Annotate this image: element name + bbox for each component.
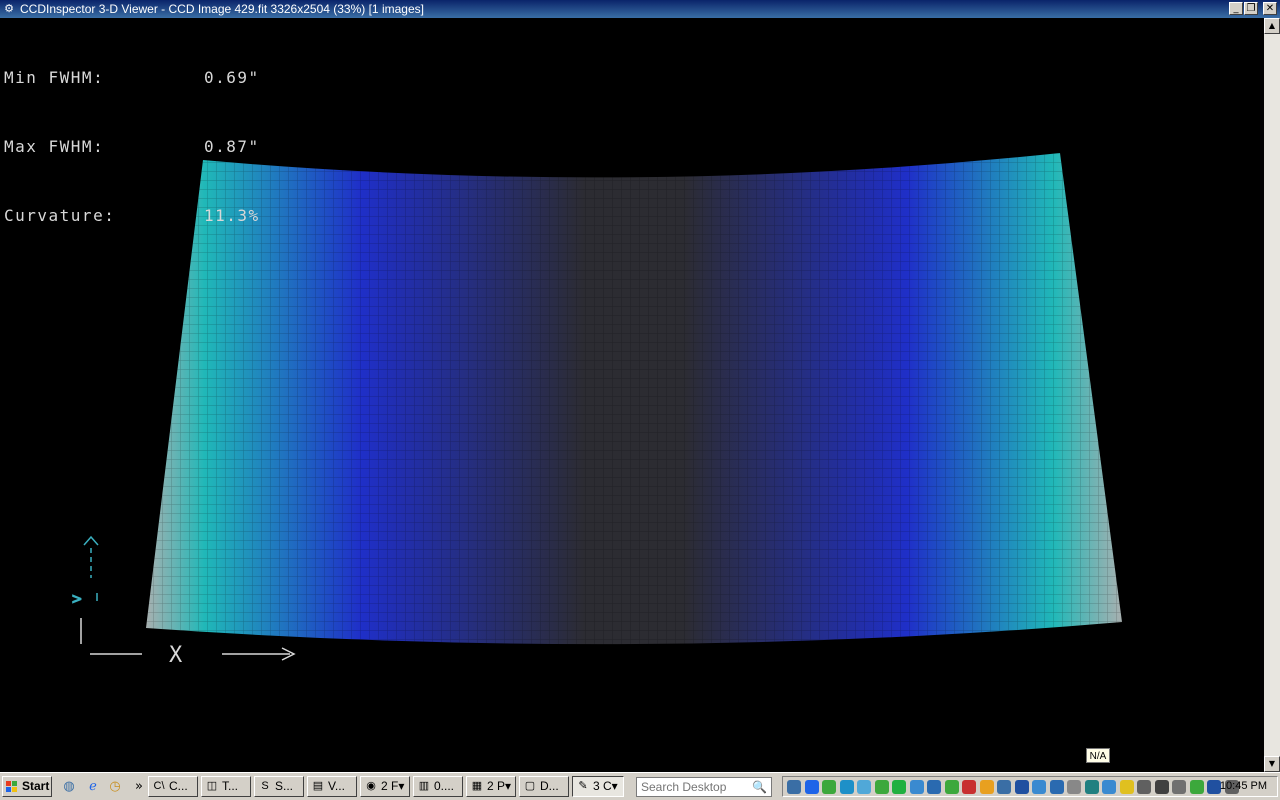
taskbar-button[interactable]: ◉ 2 F▾ bbox=[360, 776, 410, 797]
tray-icon[interactable] bbox=[1049, 780, 1064, 794]
scroll-up-button[interactable]: ▲ bbox=[1264, 18, 1280, 34]
close-button[interactable]: ✕ bbox=[1263, 2, 1277, 15]
task-label: 0.... bbox=[434, 779, 455, 793]
task-label: 2 P▾ bbox=[487, 779, 512, 793]
title-bar[interactable]: ⚙ CCDInspector 3-D Viewer - CCD Image 42… bbox=[0, 0, 1280, 18]
taskbar-button[interactable]: ▦ 2 P▾ bbox=[466, 776, 516, 797]
task-icon: ▤ bbox=[312, 780, 324, 792]
stat-label: Min FWHM: bbox=[4, 68, 105, 87]
system-tray: 10:45 PM bbox=[782, 776, 1278, 797]
stat-value: 11.3% bbox=[204, 206, 260, 225]
search-desktop-box[interactable]: 🔍 bbox=[636, 777, 772, 797]
stat-label: Curvature: bbox=[4, 206, 116, 225]
task-icon: ✎ bbox=[578, 780, 588, 792]
taskbar-button[interactable]: ▤ V... bbox=[307, 776, 357, 797]
tray-icon[interactable] bbox=[787, 780, 801, 794]
stat-min-fwhm: Min FWHM: 0.69" bbox=[4, 66, 260, 89]
tray-icon[interactable] bbox=[804, 780, 819, 794]
task-label: S... bbox=[275, 779, 294, 793]
task-icon: S bbox=[261, 780, 269, 792]
tray-icon[interactable] bbox=[1014, 780, 1029, 794]
task-icon: ▦ bbox=[471, 780, 483, 792]
restore-button[interactable]: ❐ bbox=[1244, 2, 1258, 15]
task-icon: ◉ bbox=[366, 780, 376, 792]
scroll-down-button[interactable]: ▼ bbox=[1264, 756, 1280, 772]
tray-icon[interactable] bbox=[1084, 780, 1099, 794]
stat-label: Max FWHM: bbox=[4, 137, 105, 156]
task-label: V... bbox=[328, 779, 345, 793]
tray-icon[interactable] bbox=[997, 780, 1011, 794]
clock-icon[interactable]: ◷ bbox=[107, 779, 123, 795]
stat-value: 0.69" bbox=[204, 68, 260, 87]
task-icon: ▥ bbox=[418, 780, 430, 792]
tray-icon[interactable] bbox=[1172, 780, 1186, 794]
tray-icon[interactable] bbox=[1137, 780, 1151, 794]
windows-logo-icon bbox=[6, 781, 18, 792]
tray-icon[interactable] bbox=[1032, 780, 1046, 794]
stat-max-fwhm: Max FWHM: 0.87" bbox=[4, 135, 260, 158]
tray-icon[interactable] bbox=[909, 780, 924, 794]
search-input[interactable] bbox=[641, 779, 745, 795]
task-label: C... bbox=[169, 779, 188, 793]
task-icon: ◫ bbox=[206, 780, 218, 792]
network-icon[interactable]: ◍ bbox=[61, 779, 77, 795]
tray-icon[interactable] bbox=[979, 780, 994, 794]
taskbar: Start ◍ ℯ ◷ » C\ C... ◫ T... S S... ▤ V... ◉ 2 F▾… bbox=[0, 772, 1280, 800]
ie-icon[interactable]: ℯ bbox=[85, 779, 101, 795]
tray-icon[interactable] bbox=[1102, 780, 1116, 794]
stat-value: 0.87" bbox=[204, 137, 260, 156]
task-label: 2 F▾ bbox=[381, 779, 405, 793]
search-icon[interactable]: 🔍 bbox=[752, 779, 767, 795]
taskbar-button[interactable]: C\ C... bbox=[148, 776, 198, 797]
tray-icon[interactable] bbox=[1189, 780, 1204, 794]
tray-icon[interactable] bbox=[1154, 780, 1169, 794]
task-icon: C\ bbox=[153, 780, 165, 792]
tray-icon[interactable] bbox=[892, 780, 906, 794]
task-label: T... bbox=[222, 779, 239, 793]
taskbar-button[interactable]: ✎ 3 C▾ bbox=[572, 776, 624, 797]
fwhm-stats-panel: Min FWHM: 0.69" Max FWHM: 0.87" Curvature:… bbox=[4, 20, 260, 273]
taskbar-button[interactable]: ◫ T... bbox=[201, 776, 251, 797]
y-axis-label: > bbox=[72, 589, 82, 608]
app-icon: ⚙ bbox=[4, 2, 14, 15]
viewer-canvas[interactable]: X > Min FWHM: 0.69" Max FWHM: 0.87" Curvat… bbox=[0, 18, 1264, 772]
task-label: 3 C▾ bbox=[593, 779, 618, 793]
tray-icon[interactable] bbox=[1067, 780, 1081, 794]
taskbar-button[interactable]: ▢ D... bbox=[519, 776, 569, 797]
taskbar-button[interactable]: ▥ 0.... bbox=[413, 776, 463, 797]
na-tooltip: N/A bbox=[1086, 748, 1110, 763]
start-button[interactable]: Start bbox=[2, 776, 52, 797]
vertical-scrollbar[interactable]: ▲ ▼ bbox=[1264, 18, 1280, 772]
task-icon: ▢ bbox=[524, 780, 536, 792]
tray-icon[interactable] bbox=[822, 780, 836, 794]
tray-icon[interactable] bbox=[874, 780, 889, 794]
window-title: CCDInspector 3-D Viewer - CCD Image 429.… bbox=[20, 2, 424, 16]
task-label: D... bbox=[540, 779, 559, 793]
stat-curvature: Curvature: 11.3% bbox=[4, 204, 260, 227]
x-axis-label: X bbox=[169, 643, 183, 668]
tray-icon[interactable] bbox=[839, 780, 854, 794]
taskbar-button[interactable]: S S... bbox=[254, 776, 304, 797]
more-icon[interactable]: » bbox=[131, 779, 147, 795]
tray-icon[interactable] bbox=[857, 780, 871, 794]
tray-icon[interactable] bbox=[1119, 780, 1134, 794]
tray-icon[interactable] bbox=[1207, 780, 1221, 794]
tray-icon[interactable] bbox=[944, 780, 959, 794]
tray-icon[interactable] bbox=[962, 780, 976, 794]
surface-grid bbox=[146, 153, 1122, 645]
tray-icon[interactable] bbox=[927, 780, 941, 794]
clock[interactable]: 10:45 PM bbox=[1220, 777, 1267, 796]
minimize-button[interactable]: _ bbox=[1229, 2, 1243, 15]
start-label: Start bbox=[22, 779, 50, 793]
